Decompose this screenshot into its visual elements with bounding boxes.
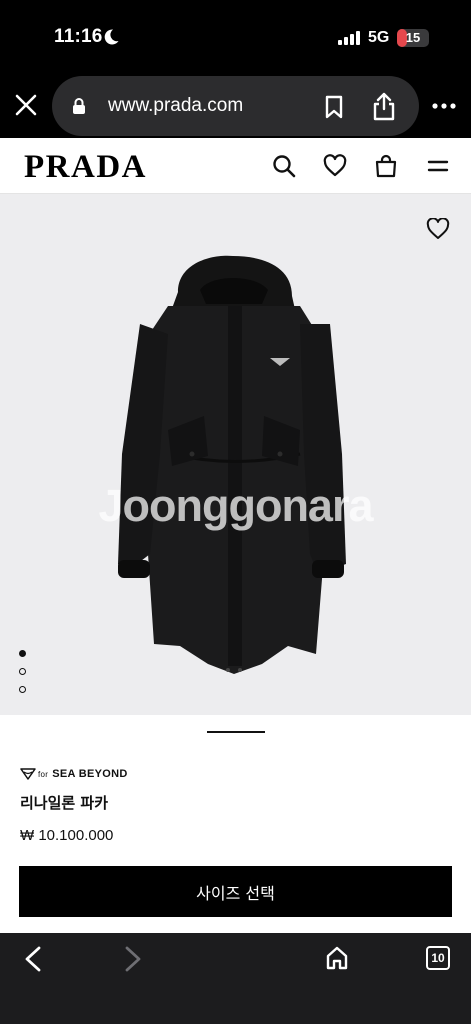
status-bar: 11:16 5G 15 — [0, 0, 471, 72]
back-icon[interactable] — [22, 945, 44, 973]
battery-level: 15 — [405, 30, 421, 45]
home-icon[interactable] — [325, 945, 349, 971]
menu-icon[interactable] — [426, 154, 450, 178]
parka-image — [118, 255, 346, 674]
url-text: www.prada.com — [108, 95, 244, 116]
tabs-icon[interactable]: 10 — [426, 946, 450, 970]
heart-icon[interactable] — [323, 154, 347, 178]
site-header: PRADA — [0, 138, 471, 194]
brand-name: SEA BEYOND — [52, 768, 128, 780]
moon-icon — [104, 29, 119, 45]
close-icon[interactable] — [14, 93, 38, 117]
select-size-button[interactable]: 사이즈 선택 — [19, 866, 452, 917]
brand-prefix: for — [38, 770, 49, 779]
browser-toolbar: 10 — [0, 933, 471, 1024]
pagination-dot[interactable] — [19, 686, 26, 693]
lock-icon — [73, 98, 85, 114]
prada-logo[interactable]: PRADA — [24, 149, 147, 186]
wishlist-icon[interactable] — [426, 218, 450, 240]
status-time: 11:16 — [54, 26, 103, 47]
more-icon[interactable] — [432, 103, 456, 109]
pagination-dot[interactable] — [19, 668, 26, 675]
bookmark-icon[interactable] — [324, 95, 344, 119]
product-price: ₩ 10.100.000 — [20, 827, 114, 844]
forward-icon[interactable] — [122, 945, 144, 973]
shopping-bag-icon[interactable] — [374, 154, 398, 178]
image-pagination[interactable] — [19, 650, 26, 704]
carousel-indicator — [207, 731, 265, 733]
browser-address-area: www.prada.com — [0, 72, 471, 138]
share-icon[interactable] — [372, 91, 396, 121]
image-watermark: Joonggonara — [98, 480, 373, 531]
address-bar[interactable]: www.prada.com — [52, 76, 419, 136]
search-icon[interactable] — [272, 154, 296, 178]
product-details: for SEA BEYOND 리나일론 파카 ₩ 10.100.000 사이즈 선… — [0, 715, 471, 933]
battery-indicator: 15 — [397, 29, 429, 47]
product-name: 리나일론 파카 — [20, 794, 109, 812]
pagination-dot[interactable] — [19, 650, 26, 657]
network-label: 5G — [368, 29, 390, 46]
brand-line: for SEA BEYOND — [38, 768, 128, 780]
product-image-gallery[interactable]: Joonggonara — [0, 194, 471, 715]
signal-icon — [338, 31, 360, 45]
diamond-icon — [20, 768, 36, 780]
